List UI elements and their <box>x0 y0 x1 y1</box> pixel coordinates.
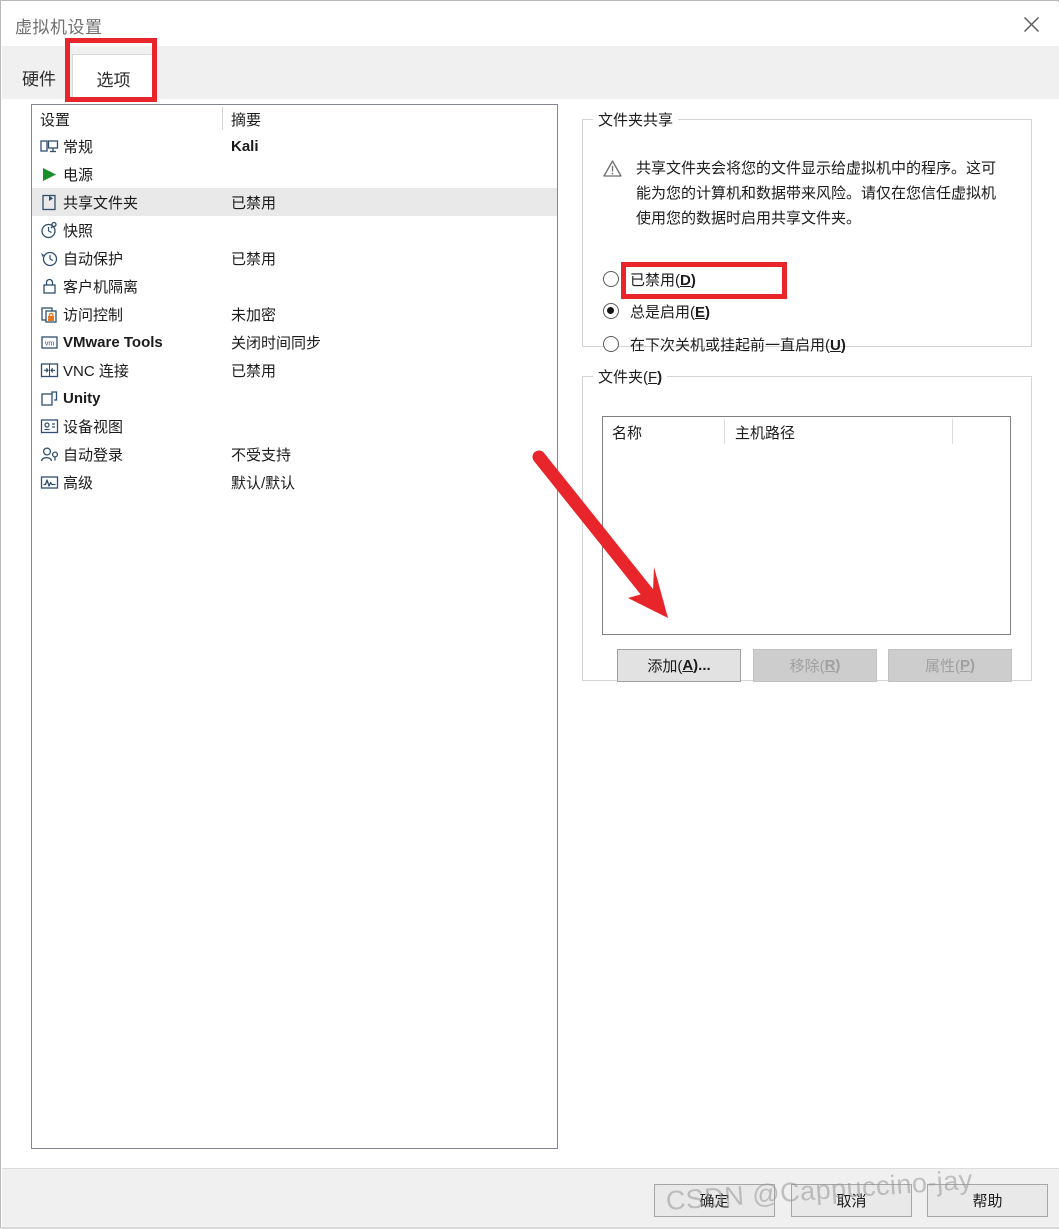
radio-sharing-disabled[interactable]: 已禁用(D) <box>603 266 696 292</box>
shared-folder-icon <box>40 193 59 212</box>
radio-label-until: 在下次关机或挂起前一直启用(U) <box>630 336 846 354</box>
warning-triangle-icon <box>603 160 622 177</box>
vmware-tools-icon: vm <box>40 333 59 352</box>
settings-row-label: VNC 连接 <box>63 362 129 380</box>
sharing-warning-text: 共享文件夹会将您的文件显示给虚拟机中的程序。这可能为您的计算机和数据带来风险。请… <box>636 160 997 227</box>
close-icon <box>1023 16 1040 33</box>
folder-sharing-group: 文件夹共享 共享文件夹会将您的文件显示给虚拟机中的程序。这可能为您的计算机和数据… <box>582 109 1032 354</box>
settings-row-label: 高级 <box>63 474 94 492</box>
settings-row-summary: Kali <box>231 137 259 155</box>
settings-row-快照[interactable]: 快照 <box>32 216 557 244</box>
header-summary: 摘要 <box>231 112 262 129</box>
settings-row-label: 访问控制 <box>63 306 124 324</box>
settings-row-label: 快照 <box>63 222 94 240</box>
device-view-icon <box>40 417 59 436</box>
settings-row-label: 自动登录 <box>63 446 124 464</box>
radio-sharing-always[interactable]: 总是启用(E) <box>603 298 710 324</box>
radio-label-disabled: 已禁用(D) <box>630 271 696 289</box>
radio-indicator-disabled[interactable] <box>603 271 619 287</box>
settings-row-label: 客户机隔离 <box>63 278 139 296</box>
settings-row-自动登录[interactable]: 自动登录 不受支持 <box>32 440 557 468</box>
remove-folder-button[interactable]: 移除(R) <box>753 649 877 682</box>
settings-row-summary: 默认/默认 <box>231 474 296 492</box>
folders-table-header: 名称 主机路径 <box>603 417 1010 446</box>
settings-row-vnc-连接[interactable]: VNC 连接 已禁用 <box>32 356 557 384</box>
column-header-name[interactable]: 名称 <box>612 422 642 443</box>
radio-label-always: 总是启用(E) <box>630 303 711 321</box>
settings-row-高级[interactable]: 高级 默认/默认 <box>32 468 557 496</box>
settings-row-summary: 未加密 <box>231 306 277 324</box>
settings-row-vmware-tools[interactable]: vm VMware Tools 关闭时间同步 <box>32 328 557 356</box>
advanced-icon <box>40 473 59 492</box>
content-area: 设置 摘要 常规 Kali 电源 共享文件夹 已禁用 快照 自动保护 已禁用 客户机隔离 访问控制… <box>2 99 1059 1168</box>
folders-legend: 文件夹(F) <box>598 369 663 386</box>
settings-list[interactable]: 设置 摘要 常规 Kali 电源 共享文件夹 已禁用 快照 自动保护 已禁用 客户机隔离 访问控制… <box>31 104 558 1149</box>
settings-row-label: Unity <box>63 389 101 407</box>
settings-row-summary: 不受支持 <box>231 446 292 464</box>
settings-row-label: 共享文件夹 <box>63 194 139 212</box>
vnc-icon <box>40 361 59 380</box>
tab-options-label: 选项 <box>96 70 131 90</box>
settings-row-label: 设备视图 <box>63 418 124 436</box>
settings-row-summary: 已禁用 <box>231 194 277 212</box>
settings-row-label: 自动保护 <box>63 250 124 268</box>
tab-hardware[interactable]: 硬件 <box>15 54 63 100</box>
tab-strip: 硬件 选项 <box>2 46 1059 101</box>
folders-group: 文件夹(F) 名称 主机路径 添加(A)... 移除(R) 属性(P) <box>582 366 1032 682</box>
add-folder-button[interactable]: 添加(A)... <box>617 649 741 682</box>
ok-button[interactable]: 确定 <box>654 1184 775 1217</box>
power-play-icon <box>40 165 59 184</box>
folder-sharing-legend: 文件夹共享 <box>598 112 674 129</box>
tab-hardware-label: 硬件 <box>22 69 56 89</box>
access-control-icon <box>40 305 59 324</box>
dialog-footer: 确定 取消 帮助 <box>2 1168 1059 1229</box>
close-button[interactable] <box>1003 2 1059 46</box>
cancel-button[interactable]: 取消 <box>791 1184 912 1217</box>
column-divider-1 <box>724 419 725 444</box>
settings-row-访问控制[interactable]: 访问控制 未加密 <box>32 300 557 328</box>
folder-properties-button[interactable]: 属性(P) <box>888 649 1012 682</box>
settings-row-unity[interactable]: Unity <box>32 384 557 412</box>
settings-row-label: VMware Tools <box>63 333 163 351</box>
settings-row-自动保护[interactable]: 自动保护 已禁用 <box>32 244 557 272</box>
help-button[interactable]: 帮助 <box>927 1184 1048 1217</box>
settings-list-header: 设置 摘要 <box>32 105 557 132</box>
autoprotect-icon <box>40 249 59 268</box>
radio-indicator-always[interactable] <box>603 303 619 319</box>
settings-row-summary: 已禁用 <box>231 362 277 380</box>
title-bar: 虚拟机设置 <box>2 2 1059 46</box>
svg-text:vm: vm <box>45 340 55 347</box>
vm-settings-dialog: 虚拟机设置 硬件 选项 设置 摘要 常规 Kali 电源 共享文件夹 已禁用 快… <box>0 0 1059 1229</box>
settings-row-客户机隔离[interactable]: 客户机隔离 <box>32 272 557 300</box>
radio-sharing-until-shutdown[interactable]: 在下次关机或挂起前一直启用(U) <box>603 331 846 357</box>
settings-row-设备视图[interactable]: 设备视图 <box>32 412 557 440</box>
settings-row-label: 常规 <box>63 138 94 156</box>
tab-options[interactable]: 选项 <box>72 54 155 101</box>
settings-row-共享文件夹[interactable]: 共享文件夹 已禁用 <box>32 188 557 216</box>
settings-row-常规[interactable]: 常规 Kali <box>32 132 557 160</box>
settings-row-summary: 已禁用 <box>231 250 277 268</box>
radio-indicator-until[interactable] <box>603 336 619 352</box>
column-divider-2 <box>952 419 953 444</box>
settings-row-电源[interactable]: 电源 <box>32 160 557 188</box>
auto-login-icon <box>40 445 59 464</box>
folders-table-body <box>603 446 1010 634</box>
settings-row-label: 电源 <box>63 166 94 184</box>
snapshot-icon <box>40 221 59 240</box>
folders-table[interactable]: 名称 主机路径 <box>602 416 1011 635</box>
settings-rows: 常规 Kali 电源 共享文件夹 已禁用 快照 自动保护 已禁用 客户机隔离 访问控制 未加密 vm V… <box>32 132 557 496</box>
monitor-icon <box>40 137 59 156</box>
settings-row-summary: 关闭时间同步 <box>231 334 322 352</box>
lock-icon <box>40 277 59 296</box>
unity-icon <box>40 389 59 408</box>
header-name: 设置 <box>40 112 71 129</box>
header-separator <box>222 107 223 130</box>
window-title: 虚拟机设置 <box>15 18 103 37</box>
column-header-host-path[interactable]: 主机路径 <box>735 422 795 443</box>
